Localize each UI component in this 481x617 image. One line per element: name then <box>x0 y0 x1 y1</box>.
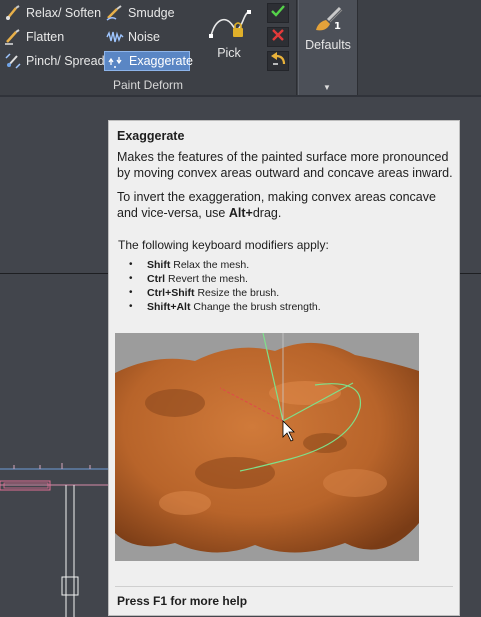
scene-geometry <box>0 463 110 617</box>
pinch-spread-button[interactable]: Pinch/ Spread <box>2 51 109 71</box>
group-label: Paint Deform <box>112 78 184 92</box>
svg-text:1: 1 <box>334 21 341 32</box>
modifier-key: Ctrl <box>147 273 166 285</box>
modifier-text: Revert the mesh. <box>168 273 248 285</box>
modifier-item: Shift+Alt Change the brush strength. <box>129 300 321 314</box>
accept-button[interactable] <box>267 3 289 23</box>
exaggerate-label: Exaggerate <box>129 54 193 68</box>
modifier-text: Relax the mesh. <box>173 259 250 271</box>
modifier-key: Shift+Alt <box>147 301 191 313</box>
flatten-icon <box>4 28 22 46</box>
pick-button[interactable]: Pick <box>201 4 257 70</box>
chevron-down-icon[interactable]: ▼ <box>323 83 331 92</box>
ribbon: Relax/ Soften Smudge Flatten Noise Pinch… <box>0 0 481 97</box>
tooltip: Exaggerate Makes the features of the pai… <box>108 120 460 616</box>
exaggerate-button[interactable]: Exaggerate <box>104 51 193 71</box>
invert-text-suffix: drag. <box>252 205 282 220</box>
close-icon <box>272 28 284 46</box>
noise-label: Noise <box>128 30 160 44</box>
modifier-text: Resize the brush. <box>197 287 280 299</box>
modifier-item: Ctrl Revert the mesh. <box>129 272 321 286</box>
modifier-key: Ctrl+Shift <box>147 287 195 299</box>
smudge-label: Smudge <box>128 6 175 20</box>
brush-icon: 1 <box>312 4 346 39</box>
undo-button[interactable] <box>267 51 289 71</box>
exaggerate-icon <box>107 52 125 70</box>
smudge-button[interactable]: Smudge <box>104 3 179 23</box>
noise-button[interactable]: Noise <box>104 27 164 47</box>
pick-label: Pick <box>217 46 241 60</box>
tooltip-title: Exaggerate <box>117 129 185 143</box>
tooltip-separator <box>115 586 453 587</box>
modifier-text: Change the brush strength. <box>193 301 321 313</box>
cancel-button[interactable] <box>267 27 289 47</box>
flatten-label: Flatten <box>26 30 65 44</box>
pinch-spread-icon <box>4 52 22 70</box>
noise-icon <box>106 28 124 46</box>
paint-deform-group: Relax/ Soften Smudge Flatten Noise Pinch… <box>0 0 297 97</box>
modifier-item: Ctrl+Shift Resize the brush. <box>129 286 321 300</box>
undo-icon <box>270 51 286 71</box>
invert-key: Alt+ <box>228 205 253 220</box>
flatten-button[interactable]: Flatten <box>2 27 68 47</box>
tooltip-description: Makes the features of the painted surfac… <box>117 150 453 180</box>
tooltip-preview-image <box>115 333 419 561</box>
defaults-label: Defaults <box>305 38 351 52</box>
modifiers-intro: The following keyboard modifiers apply: <box>118 238 329 252</box>
relax-soften-button[interactable]: Relax/ Soften <box>2 3 105 23</box>
relax-soften-label: Relax/ Soften <box>26 6 102 20</box>
modifier-list: Shift Relax the mesh. Ctrl Revert the me… <box>129 258 321 314</box>
modifier-key: Shift <box>147 259 171 271</box>
pinch-spread-label: Pinch/ Spread <box>26 54 105 68</box>
pick-curve-icon <box>207 6 253 47</box>
tooltip-invert-text: To invert the exaggeration, making conve… <box>117 190 453 221</box>
check-icon <box>271 4 285 22</box>
tooltip-footer: Press F1 for more help <box>117 594 248 608</box>
modifier-item: Shift Relax the mesh. <box>129 258 321 272</box>
relax-soften-icon <box>4 4 22 22</box>
smudge-icon <box>106 4 124 22</box>
defaults-button[interactable]: 1 Defaults ▼ <box>298 0 358 97</box>
